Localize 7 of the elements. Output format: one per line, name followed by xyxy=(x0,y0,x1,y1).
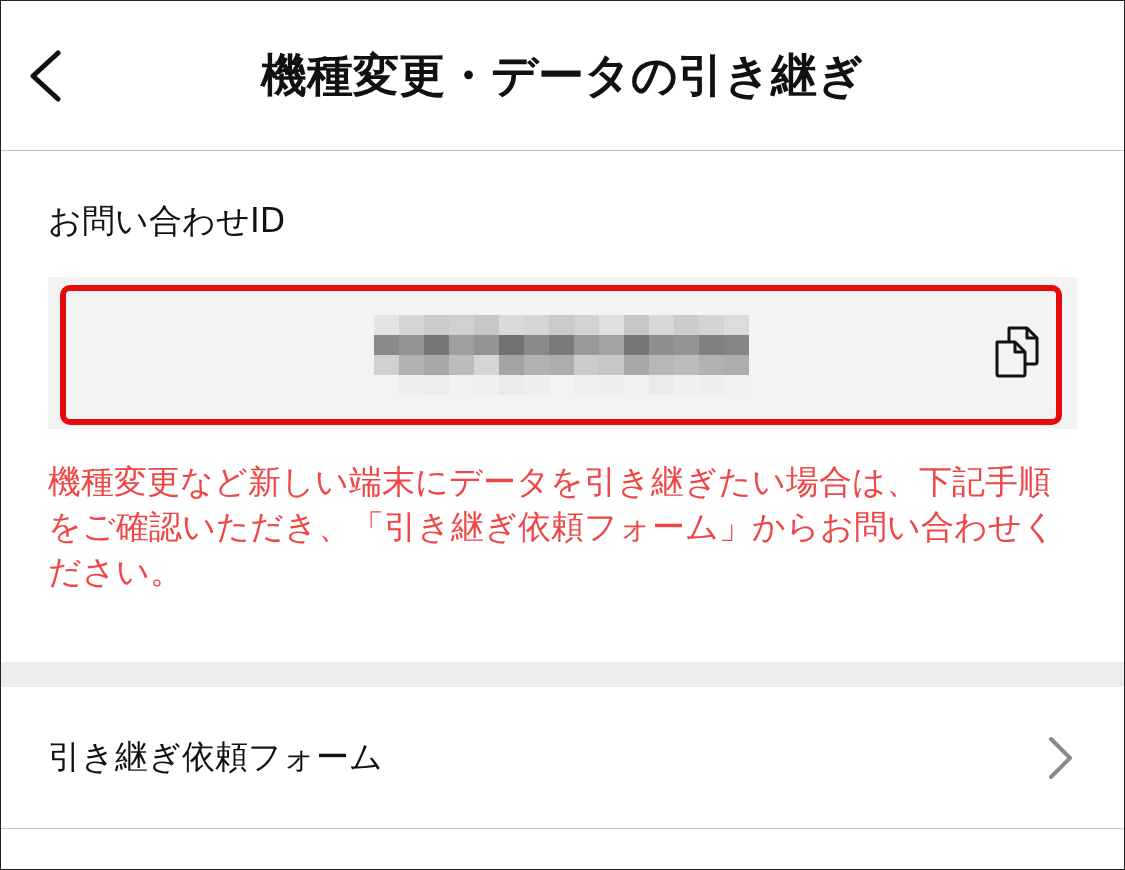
copy-icon[interactable] xyxy=(995,326,1039,378)
page-title: 機種変更・データの引き継ぎ xyxy=(261,46,864,104)
menu-item[interactable]: 引き継ぎ依頼フォーム xyxy=(1,687,1124,829)
chevron-right-icon xyxy=(1048,735,1074,780)
field-label: お問い合わせID xyxy=(48,201,287,241)
back-icon[interactable] xyxy=(28,49,62,102)
notice-text: 機種変更など新しい端末にデータを引き継ぎたい場合は、下記手順をご確認いただき、「引き継ぎ依頼フォーム」からお問い合わせください。 xyxy=(48,461,1057,593)
